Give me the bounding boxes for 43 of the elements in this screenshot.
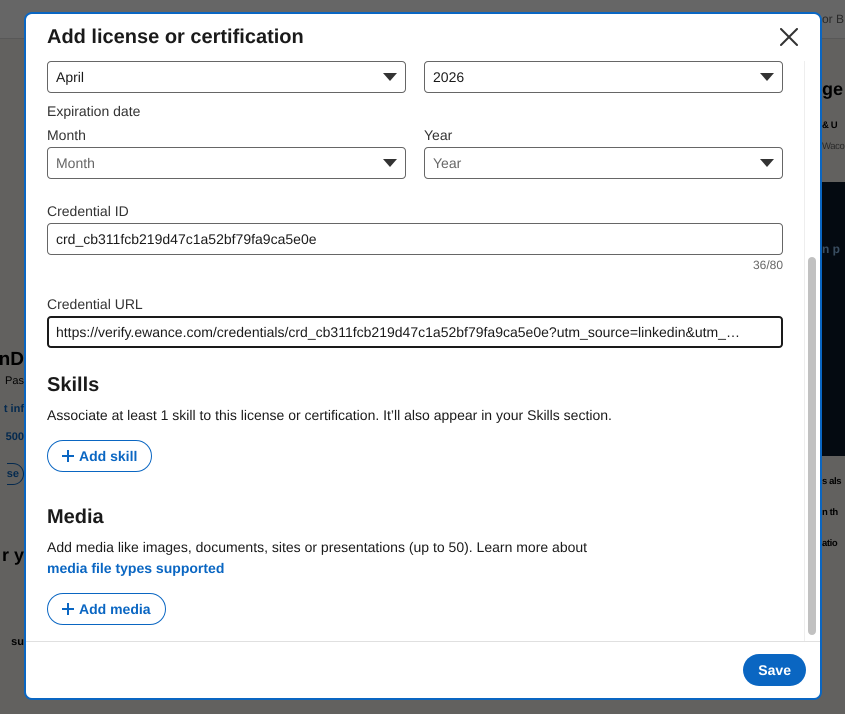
- character-counter: 36/80: [752, 258, 783, 272]
- caret-icon: [760, 73, 774, 81]
- background-text: Pas: [5, 375, 24, 387]
- add-skill-button[interactable]: Add skill: [47, 440, 152, 472]
- background-text: atio: [822, 538, 838, 549]
- nav-text: or B: [822, 12, 845, 26]
- section-description: Associate at least 1 skill to this license or certification. It’ll also appear in your Skills section.: [47, 406, 613, 425]
- caret-icon: [760, 159, 774, 167]
- background-text: su: [11, 636, 24, 648]
- section-title: Skills: [47, 374, 100, 397]
- month-select[interactable]: Month: [47, 147, 406, 179]
- credential-url-field[interactable]: https://verify.ewance.com/credentials/crd_cb311fcb219d47c1a52bf79fa9ca5e0e?utm_source=linkedin&utm_…: [47, 316, 783, 348]
- caret-icon: [383, 159, 397, 167]
- background-text: Waco: [822, 141, 844, 152]
- media-file-types-link[interactable]: media file types supported: [47, 560, 224, 576]
- background-text: t inf: [4, 403, 24, 415]
- section-title: Media: [47, 506, 104, 529]
- close-icon: [780, 28, 798, 46]
- background-text: 500: [6, 431, 24, 443]
- month-select[interactable]: April: [47, 61, 406, 93]
- save-button[interactable]: Save: [743, 654, 806, 686]
- field-label: Credential ID: [47, 203, 129, 219]
- plus-icon: [62, 450, 74, 462]
- dialog-title: Add license or certification: [47, 26, 304, 48]
- plus-icon: [62, 603, 74, 615]
- caret-icon: [383, 73, 397, 81]
- add-media-button[interactable]: Add media: [47, 593, 166, 625]
- background-text: s als: [822, 476, 842, 487]
- field-label: Credential URL: [47, 296, 143, 312]
- background-text: n th: [822, 507, 838, 518]
- background-text: nD: [0, 349, 24, 371]
- field-label: Expiration date: [47, 103, 140, 119]
- scrollbar-thumb[interactable]: [808, 257, 816, 635]
- year-select[interactable]: 2026: [424, 61, 783, 93]
- background-text: n p: [822, 182, 845, 456]
- background-text: & U: [822, 120, 838, 131]
- year-select[interactable]: Year: [424, 147, 783, 179]
- background-text: r y: [2, 545, 24, 566]
- field-label: Month: [47, 127, 87, 143]
- credential-id-field[interactable]: crd_cb311fcb219d47c1a52bf79fa9ca5e0e: [47, 223, 783, 255]
- section-description: Add media like images, documents, sites or presentations (up to 50). Learn more about media file types supported: [47, 538, 588, 578]
- background-text: ge: [822, 79, 844, 100]
- field-label: Year: [424, 127, 454, 143]
